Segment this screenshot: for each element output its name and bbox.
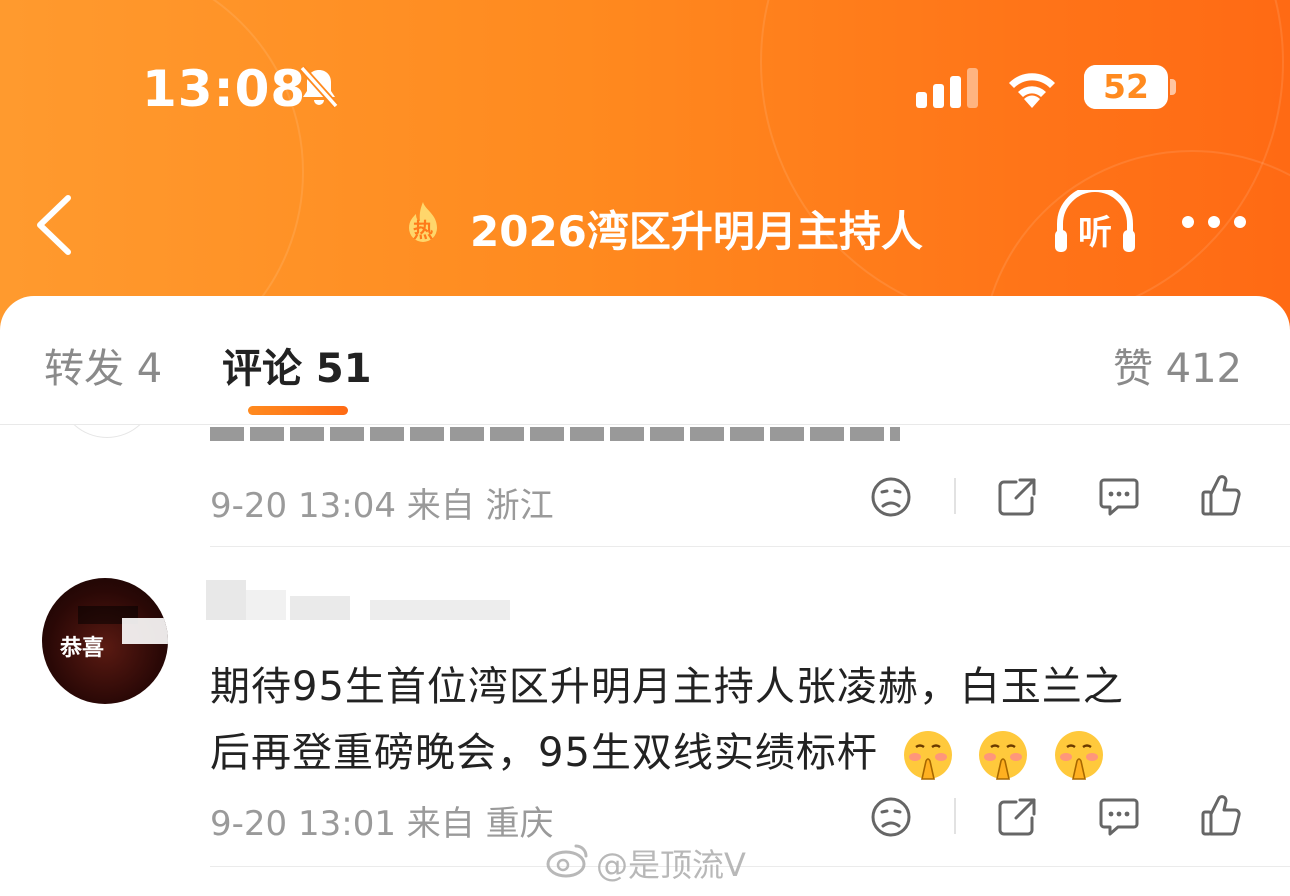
listen-label: 听 (1078, 213, 1112, 253)
row-divider (210, 546, 1290, 547)
bell-muted-icon (299, 65, 339, 109)
comment-icon[interactable] (1098, 476, 1140, 518)
comment-icon[interactable] (1098, 796, 1140, 838)
avatar-caption: 恭喜 (60, 636, 105, 661)
username-redacted[interactable] (206, 580, 516, 620)
wifi-icon (1009, 73, 1055, 108)
thumbs-up-icon[interactable] (1200, 474, 1242, 518)
top-header: 13:08 52 热 2026湾区升明月主持人 听 (0, 0, 1290, 330)
battery-percent: 52 (1103, 67, 1149, 106)
thumbs-up-icon[interactable] (1200, 794, 1242, 838)
avatar[interactable] (58, 425, 156, 438)
share-icon[interactable] (996, 476, 1038, 518)
hot-badge-label: 热 (413, 218, 433, 242)
comment-text-line-1: 期待95生首位湾区升明月主持人张凌赫，白玉兰之 (210, 664, 1124, 710)
action-separator (954, 478, 956, 514)
tab-forward[interactable]: 转发 4 (44, 336, 162, 394)
active-tab-indicator (248, 406, 348, 415)
action-separator (954, 798, 956, 834)
back-icon[interactable] (34, 194, 74, 256)
battery-icon: 52 (1084, 65, 1168, 109)
battery-tip (1170, 79, 1176, 95)
comment-meta: 9-20 13:04 来自 浙江 (210, 486, 554, 526)
pray-blush-emoji (1055, 731, 1104, 780)
hot-flame-icon: 热 (402, 200, 444, 248)
comment-item[interactable] (0, 425, 1290, 545)
listen-headphones-icon[interactable]: 听 (1052, 190, 1138, 254)
row-divider (210, 866, 1290, 867)
more-icon[interactable] (1180, 212, 1248, 232)
page-title: 2026湾区升明月主持人 (470, 207, 923, 256)
comment-text: 后再登重磅晚会，95生双线实绩标杆 (210, 730, 878, 776)
status-time: 13:08 (142, 60, 307, 118)
comment-text-line-2: 后再登重磅晚会，95生双线实绩标杆 (210, 720, 1105, 781)
sad-face-icon[interactable] (870, 476, 912, 518)
pray-blush-emoji (979, 731, 1028, 780)
avatar[interactable]: 恭喜 (42, 578, 168, 704)
comment-text-clipped (210, 425, 910, 445)
signal-icon (916, 68, 978, 108)
tab-comments[interactable]: 评论 51 (222, 336, 372, 394)
content-card (0, 296, 1290, 896)
sad-face-icon[interactable] (870, 796, 912, 838)
share-icon[interactable] (996, 796, 1038, 838)
header-decoration (0, 0, 304, 330)
pray-blush-emoji (903, 731, 952, 780)
weibo-logo-icon (546, 844, 588, 878)
comment-meta: 9-20 13:01 来自 重庆 (210, 804, 554, 844)
tab-likes[interactable]: 赞 412 (1113, 336, 1242, 394)
watermark: @是顶流V (596, 846, 746, 884)
